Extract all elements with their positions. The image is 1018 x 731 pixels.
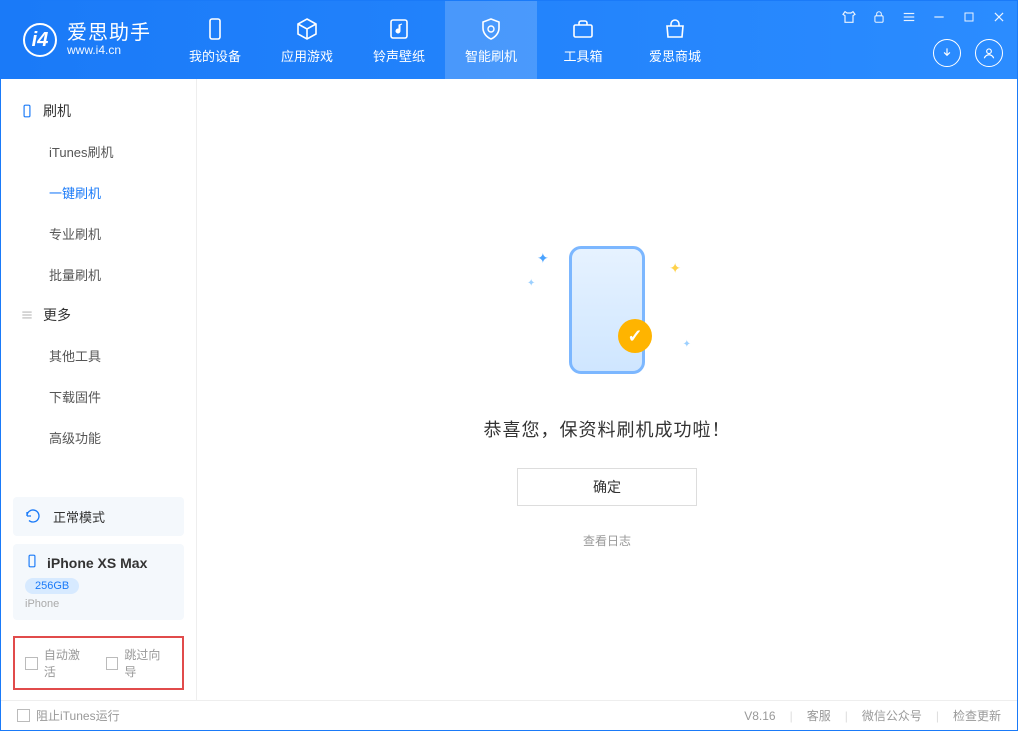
separator: | <box>936 709 939 723</box>
tab-label: 铃声壁纸 <box>373 46 425 65</box>
music-note-icon <box>386 16 412 42</box>
header: i4 爱思助手 www.i4.cn 我的设备 应用游戏 铃声壁纸 智能刷机 <box>1 1 1017 79</box>
list-icon <box>19 307 35 323</box>
statusbar: 阻止iTunes运行 V8.16 | 客服 | 微信公众号 | 检查更新 <box>1 700 1017 730</box>
bottom-options-highlight: 自动激活 跳过向导 <box>13 636 184 690</box>
device-icon <box>202 16 228 42</box>
device-type: iPhone <box>25 598 172 610</box>
separator: | <box>790 709 793 723</box>
opt-label: 跳过向导 <box>124 646 172 680</box>
mode-label: 正常模式 <box>53 507 105 526</box>
mode-card[interactable]: 正常模式 <box>13 497 184 536</box>
support-link[interactable]: 客服 <box>807 707 831 724</box>
menu-icon[interactable] <box>899 7 919 27</box>
sparkle-icon: ✦ <box>537 250 549 267</box>
maximize-button[interactable] <box>959 7 979 27</box>
sidebar-group-more: 更多 <box>1 295 196 335</box>
device-name: iPhone XS Max <box>47 555 147 571</box>
sidebar-item-other-tools[interactable]: 其他工具 <box>1 335 196 376</box>
logo-text: 爱思助手 www.i4.cn <box>67 22 151 57</box>
header-right-buttons <box>933 39 1003 67</box>
minimize-button[interactable] <box>929 7 949 27</box>
checkbox-icon <box>25 657 38 670</box>
sidebar: 刷机 iTunes刷机 一键刷机 专业刷机 批量刷机 更多 其他工具 下载固件 … <box>1 79 197 700</box>
tab-smart-flash[interactable]: 智能刷机 <box>445 1 537 79</box>
version-label: V8.16 <box>744 709 775 723</box>
sidebar-scroll: 刷机 iTunes刷机 一键刷机 专业刷机 批量刷机 更多 其他工具 下载固件 … <box>1 79 196 497</box>
tab-label: 应用游戏 <box>281 46 333 65</box>
window-controls-top <box>839 7 1009 27</box>
logo-area: i4 爱思助手 www.i4.cn <box>1 1 169 79</box>
opt-label: 自动激活 <box>44 646 92 680</box>
tab-toolbox[interactable]: 工具箱 <box>537 1 629 79</box>
ok-button[interactable]: 确定 <box>517 468 697 506</box>
nav-tabs: 我的设备 应用游戏 铃声壁纸 智能刷机 工具箱 爱思商城 <box>169 1 721 79</box>
cube-icon <box>294 16 320 42</box>
success-message: 恭喜您，保资料刷机成功啦！ <box>484 416 731 442</box>
tab-label: 智能刷机 <box>465 46 517 65</box>
body: 刷机 iTunes刷机 一键刷机 专业刷机 批量刷机 更多 其他工具 下载固件 … <box>1 79 1017 700</box>
storage-pill: 256GB <box>25 578 79 594</box>
main-content: ✦ ✦ ✦ ✦ ✓ 恭喜您，保资料刷机成功啦！ 确定 查看日志 <box>197 79 1017 700</box>
block-itunes-label: 阻止iTunes运行 <box>36 707 120 724</box>
sparkle-icon: ✦ <box>683 339 691 350</box>
shield-refresh-icon <box>478 16 504 42</box>
tab-ringtone-wallpaper[interactable]: 铃声壁纸 <box>353 1 445 79</box>
close-button[interactable] <box>989 7 1009 27</box>
logo-icon: i4 <box>23 23 57 57</box>
wechat-link[interactable]: 微信公众号 <box>862 707 922 724</box>
app-url: www.i4.cn <box>67 44 151 57</box>
check-badge-icon: ✓ <box>618 319 652 353</box>
checkbox-block-itunes[interactable]: 阻止iTunes运行 <box>17 707 120 724</box>
sidebar-item-batch-flash[interactable]: 批量刷机 <box>1 254 196 295</box>
group-title: 刷机 <box>43 101 71 121</box>
sidebar-bottom: 正常模式 iPhone XS Max 256GB iPhone <box>1 497 196 636</box>
phone-small-icon <box>25 554 39 571</box>
separator: | <box>845 709 848 723</box>
view-log-link[interactable]: 查看日志 <box>583 532 631 549</box>
checkbox-icon <box>106 657 119 670</box>
group-title: 更多 <box>43 305 71 325</box>
sidebar-item-pro-flash[interactable]: 专业刷机 <box>1 213 196 254</box>
lock-icon[interactable] <box>869 7 889 27</box>
download-button[interactable] <box>933 39 961 67</box>
tab-label: 爱思商城 <box>649 46 701 65</box>
check-update-link[interactable]: 检查更新 <box>953 707 1001 724</box>
success-illustration: ✦ ✦ ✦ ✦ ✓ <box>517 230 697 390</box>
tab-my-device[interactable]: 我的设备 <box>169 1 261 79</box>
sparkle-icon: ✦ <box>669 260 681 277</box>
tab-apps-games[interactable]: 应用游戏 <box>261 1 353 79</box>
app-window: i4 爱思助手 www.i4.cn 我的设备 应用游戏 铃声壁纸 智能刷机 <box>0 0 1018 731</box>
shirt-icon[interactable] <box>839 7 859 27</box>
toolbox-icon <box>570 16 596 42</box>
sidebar-item-onekey-flash[interactable]: 一键刷机 <box>1 172 196 213</box>
sidebar-item-advanced[interactable]: 高级功能 <box>1 417 196 458</box>
phone-illustration: ✓ <box>569 246 645 374</box>
device-card[interactable]: iPhone XS Max 256GB iPhone <box>13 544 184 620</box>
phone-icon <box>19 103 35 119</box>
app-title: 爱思助手 <box>67 22 151 44</box>
sidebar-item-download-firmware[interactable]: 下载固件 <box>1 376 196 417</box>
user-button[interactable] <box>975 39 1003 67</box>
tab-store[interactable]: 爱思商城 <box>629 1 721 79</box>
sparkle-icon: ✦ <box>527 278 535 289</box>
refresh-icon <box>25 508 43 526</box>
tab-label: 我的设备 <box>189 46 241 65</box>
checkbox-icon <box>17 709 30 722</box>
sidebar-item-itunes-flash[interactable]: iTunes刷机 <box>1 131 196 172</box>
tab-label: 工具箱 <box>563 46 602 65</box>
checkbox-skip-guide[interactable]: 跳过向导 <box>106 646 173 680</box>
shop-icon <box>662 16 688 42</box>
checkbox-auto-activate[interactable]: 自动激活 <box>25 646 92 680</box>
sidebar-group-flash: 刷机 <box>1 91 196 131</box>
